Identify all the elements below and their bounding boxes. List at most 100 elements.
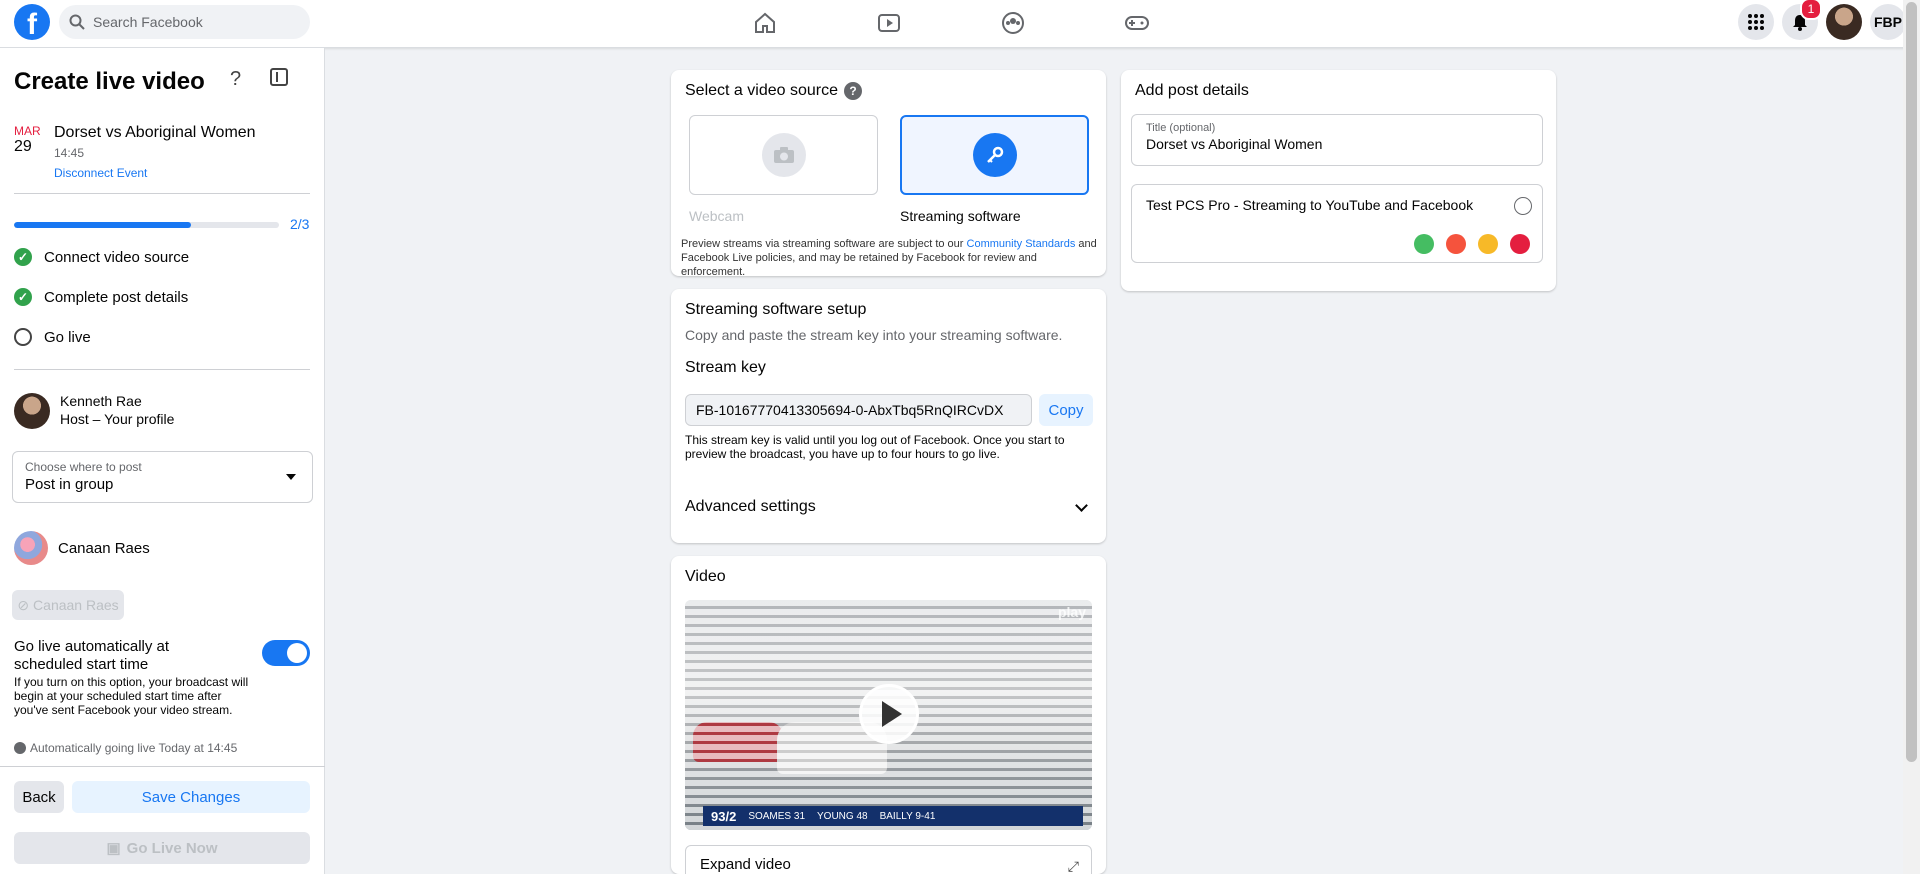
progress-fill [14, 222, 191, 228]
divider [0, 766, 325, 767]
back-button[interactable]: Back [14, 781, 64, 813]
go-live-label: Go Live Now [126, 839, 218, 857]
title-input-value: Dorset vs Aboriginal Women [1146, 136, 1323, 152]
collapse-sidebar-icon[interactable] [270, 68, 288, 86]
event-month: MAR [14, 124, 41, 138]
select-value: Post in group [25, 476, 114, 493]
create-live-sidebar: Create live video ? MAR 29 Dorset vs Abo… [0, 48, 325, 874]
divider [14, 193, 310, 194]
go-live-now-button[interactable]: ▣ Go Live Now [14, 832, 310, 864]
host-avatar [14, 393, 50, 429]
clock-icon [14, 742, 26, 754]
fundraiser-icon[interactable] [1510, 234, 1530, 254]
scrollbar-thumb[interactable] [1906, 2, 1917, 762]
event-name: Dorset vs Aboriginal Women [54, 124, 256, 141]
chevron-down-icon[interactable] [1075, 499, 1088, 512]
feeling-icon[interactable] [1478, 234, 1498, 254]
host-name: Kenneth Rae [60, 393, 142, 409]
group-chip-label: Canaan Raes [33, 597, 119, 613]
video-preview-card: Video play 93/2 SOAMES 31 YOUNG 48 BAILL… [671, 556, 1106, 874]
setup-subtitle: Copy and paste the stream key into your … [685, 327, 1063, 343]
caret-down-icon [286, 474, 296, 480]
score-batter: SOAMES 31 [748, 810, 806, 822]
notification-badge: 1 [1800, 0, 1822, 20]
play-button[interactable] [859, 684, 919, 744]
live-camera-icon: ▣ [106, 840, 121, 857]
gaming-icon[interactable] [1124, 10, 1150, 36]
post-details-card: Add post details Title (optional) Dorset… [1121, 70, 1556, 291]
menu-grid-button[interactable] [1738, 4, 1774, 40]
auto-live-status-text: Automatically going live Today at 14:45 [30, 741, 238, 755]
event-summary: MAR 29 Dorset vs Aboriginal Women 14:45 … [14, 124, 256, 180]
video-source-card: Select a video source ? Webcam Streaming… [671, 70, 1106, 278]
stream-key-note: This stream key is valid until you log o… [685, 433, 1065, 461]
facebook-logo[interactable]: f [14, 4, 50, 40]
stream-key-label: Stream key [685, 359, 766, 376]
post-description-input[interactable]: Test PCS Pro - Streaming to YouTube and … [1131, 184, 1543, 263]
copy-key-button[interactable]: Copy [1039, 394, 1093, 426]
webcam-option[interactable] [689, 115, 878, 195]
streaming-software-label: Streaming software [900, 208, 1021, 224]
score-overlay: 93/2 SOAMES 31 YOUNG 48 BAILLY 9-41 [703, 806, 1083, 826]
expand-video-button[interactable]: Expand video ⤢ [685, 845, 1092, 874]
video-source-title: Select a video source [685, 82, 838, 99]
auto-live-description: If you turn on this option, your broadca… [14, 675, 249, 717]
event-day: 29 [14, 138, 32, 155]
progress-label: 2/3 [290, 216, 310, 232]
auto-live-title: Go live automatically at scheduled start… [14, 638, 170, 673]
score-bowler: YOUNG 48 [817, 810, 868, 822]
streaming-software-option[interactable] [900, 115, 1089, 195]
search-box[interactable] [59, 5, 310, 39]
check-icon: ✓ [14, 248, 32, 266]
home-icon[interactable] [752, 10, 778, 36]
score-partner: BAILLY 9-41 [879, 810, 936, 822]
play-icon [881, 701, 902, 727]
search-icon [69, 14, 85, 30]
event-time: 14:45 [54, 146, 85, 160]
expand-icon: ⤢ [1067, 858, 1079, 874]
group-name: Canaan Raes [58, 539, 150, 557]
help-icon[interactable]: ? [843, 82, 862, 100]
empty-circle-icon [14, 328, 32, 346]
profile-avatar[interactable] [1826, 4, 1862, 40]
step-post-details: ✓ Complete post details [14, 288, 188, 306]
streaming-setup-card: Streaming software setup Copy and paste … [671, 289, 1106, 543]
tag-people-icon[interactable] [1414, 234, 1434, 254]
post-description-text: Test PCS Pro - Streaming to YouTube and … [1146, 197, 1474, 213]
community-standards-link[interactable]: Community Standards [967, 238, 1076, 250]
advanced-settings-toggle[interactable]: Advanced settings [685, 498, 816, 516]
watch-icon[interactable] [876, 10, 902, 36]
save-changes-button[interactable]: Save Changes [72, 781, 310, 813]
select-label: Choose where to post [25, 460, 142, 474]
emoji-icon[interactable] [1514, 197, 1532, 215]
page-scrollbar[interactable] [1903, 0, 1920, 874]
key-icon [972, 133, 1017, 177]
toggle-knob [287, 643, 307, 663]
source-policy-note: Preview streams via streaming software a… [681, 238, 1097, 278]
location-icon[interactable] [1446, 234, 1466, 254]
post-destination-select[interactable]: Choose where to post Post in group [12, 451, 313, 503]
host-role: Host – Your profile [60, 411, 175, 427]
stream-key-field[interactable]: FB-10167770413305694-0-AbxTbq5RnQIRCvDX [685, 394, 1032, 426]
title-input-label: Title (optional) [1146, 122, 1216, 134]
score-total: 93/2 [711, 808, 737, 824]
groups-icon[interactable] [1000, 10, 1026, 36]
help-icon[interactable]: ? [230, 68, 241, 91]
group-chip: ⊘ Canaan Raes [12, 590, 124, 620]
disconnect-event-link[interactable]: Disconnect Event [54, 166, 147, 180]
selected-group[interactable]: Canaan Raes [14, 531, 150, 565]
notifications-button[interactable]: 1 [1782, 0, 1822, 40]
top-navigation-bar: f 1 FBP [0, 0, 1920, 48]
webcam-label: Webcam [689, 208, 744, 224]
step-go-live: Go live [14, 328, 91, 346]
auto-live-toggle[interactable] [262, 640, 310, 666]
post-extras [1414, 234, 1530, 254]
title-input[interactable]: Title (optional) Dorset vs Aboriginal Wo… [1131, 114, 1543, 166]
account-controls: 1 FBP [1738, 0, 1906, 40]
step-connect-source: ✓ Connect video source [14, 248, 189, 266]
search-input[interactable] [93, 14, 293, 30]
host-profile: Kenneth Rae Host – Your profile [14, 393, 174, 429]
video-preview[interactable]: play 93/2 SOAMES 31 YOUNG 48 BAILLY 9-41 [685, 600, 1092, 830]
divider [14, 369, 310, 370]
profile-switcher-button[interactable]: FBP [1870, 4, 1906, 40]
